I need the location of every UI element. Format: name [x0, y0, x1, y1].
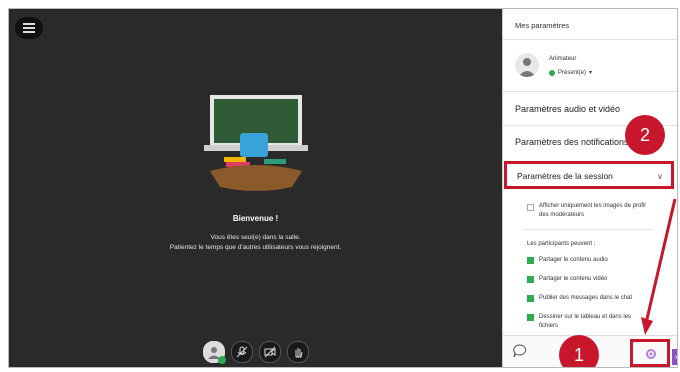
annotation-arrow — [641, 198, 677, 335]
permission-video-checkbox[interactable] — [527, 276, 534, 283]
close-icon[interactable]: × — [672, 349, 677, 365]
app-window: Bienvenue ! Vous êtes seul(e) dans la sa… — [8, 8, 678, 368]
avatar-icon — [518, 58, 536, 77]
user-role: Animateur — [549, 56, 577, 62]
session-settings-label: Paramètres de la session — [517, 171, 613, 181]
raise-hand-button[interactable] — [287, 341, 309, 363]
participants-can-label: Les participants peuvent : — [527, 241, 596, 247]
callout-2: 2 — [625, 115, 665, 155]
divider — [503, 39, 677, 40]
permission-chat-checkbox[interactable] — [527, 295, 534, 302]
settings-tab-button[interactable] — [630, 339, 670, 367]
camera-off-icon — [264, 346, 276, 358]
audio-video-settings[interactable]: Paramètres audio et vidéo — [515, 104, 620, 114]
chat-tab-button[interactable] — [513, 344, 527, 363]
chat-icon — [513, 344, 527, 358]
session-stage: Bienvenue ! Vous êtes seul(e) dans la sa… — [9, 9, 502, 367]
my-status-button[interactable] — [203, 341, 226, 364]
only-moderator-images-checkbox[interactable] — [527, 204, 534, 211]
user-status-label: Présent(e) — [558, 69, 587, 76]
chevron-down-icon: ▾ — [589, 70, 593, 76]
status-dot — [549, 69, 555, 76]
user-avatar — [515, 53, 539, 77]
session-settings-header[interactable]: Paramètres de la session ∨ — [504, 161, 674, 189]
notification-settings[interactable]: Paramètres des notifications — [515, 137, 629, 147]
media-controls — [203, 341, 309, 364]
menu-icon — [23, 27, 35, 29]
permission-audio-checkbox[interactable] — [527, 257, 534, 264]
hand-raise-icon — [295, 348, 303, 358]
menu-button[interactable] — [15, 17, 43, 39]
empty-room-illustration — [204, 95, 308, 191]
welcome-title: Bienvenue ! — [232, 214, 279, 223]
book-yellow — [224, 157, 246, 162]
divider — [503, 91, 677, 92]
permission-audio-label: Partager le contenu audio — [539, 257, 608, 263]
mic-off-icon — [236, 346, 248, 358]
panel-title: Mes paramètres — [515, 21, 570, 30]
chevron-down-icon: ∨ — [657, 172, 663, 181]
microphone-button[interactable] — [231, 341, 253, 363]
status-dot — [218, 356, 226, 364]
permission-video-label: Partager le contenu vidéo — [539, 276, 608, 282]
laptop-icon — [240, 133, 268, 157]
welcome-message-line1: Vous êtes seul(e) dans la salle. — [210, 234, 301, 241]
callout-1: 1 — [559, 335, 599, 367]
settings-gear-icon — [646, 349, 656, 359]
welcome-message-line2: Patientez le temps que d'autres utilisat… — [169, 244, 342, 251]
user-status-dropdown[interactable]: Présent(e) ▾ — [549, 69, 592, 76]
book-green — [264, 159, 286, 164]
permission-whiteboard-checkbox[interactable] — [527, 314, 534, 321]
camera-button[interactable] — [259, 341, 281, 363]
desk — [210, 165, 302, 191]
